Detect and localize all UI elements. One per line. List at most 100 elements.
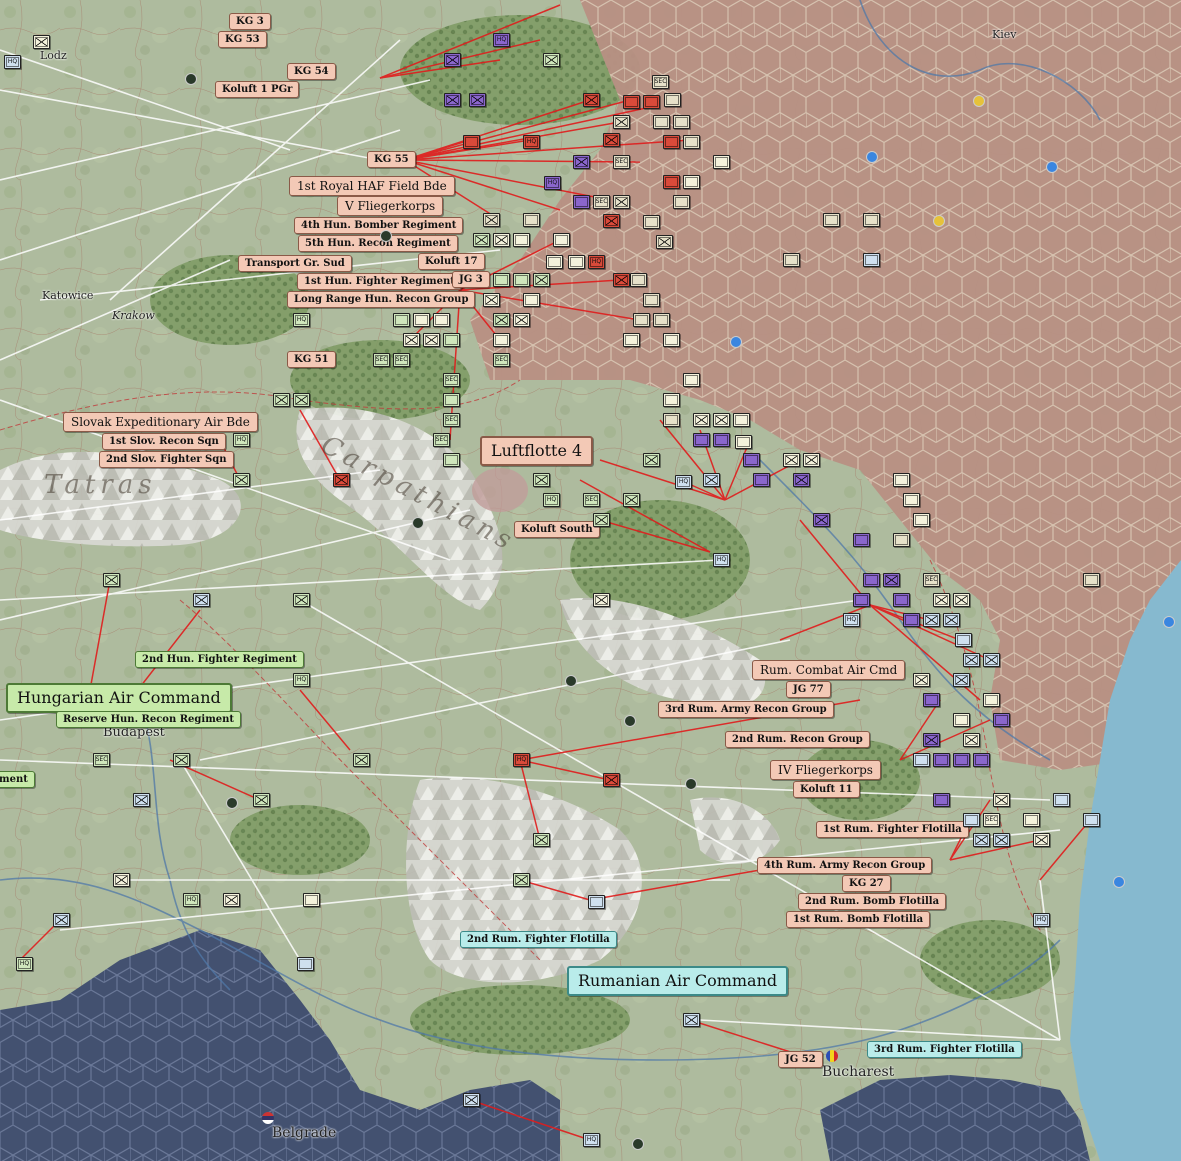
luftflotte-4-label[interactable]: Luftflotte 4	[480, 436, 594, 466]
unit-counter[interactable]	[893, 473, 910, 487]
unit-counter[interactable]	[613, 273, 630, 287]
unit-counter[interactable]	[223, 893, 240, 907]
unit-counter[interactable]	[673, 195, 690, 209]
unit-counter[interactable]: SEC	[613, 155, 630, 169]
unit-counter[interactable]	[663, 393, 680, 407]
unit-counter[interactable]	[493, 333, 510, 347]
unit-counter[interactable]	[513, 233, 530, 247]
unit-counter[interactable]	[963, 813, 980, 827]
rumanian-air-command-label[interactable]: Rumanian Air Command	[567, 966, 789, 996]
hungarian-air-command-label[interactable]: Hungarian Air Command	[6, 683, 232, 713]
unit-label-v-fliegerkorps[interactable]: V Fliegerkorps	[337, 196, 444, 216]
unit-counter[interactable]	[993, 833, 1010, 847]
unit-counter[interactable]	[253, 793, 270, 807]
unit-label-1st-slov-recon[interactable]: 1st Slov. Recon Sqn	[102, 433, 226, 450]
unit-counter[interactable]	[623, 333, 640, 347]
unit-counter[interactable]	[193, 593, 210, 607]
unit-label-1st-rum-bomb[interactable]: 1st Rum. Bomb Flotilla	[786, 911, 931, 928]
unit-counter[interactable]	[293, 393, 310, 407]
unit-counter[interactable]	[393, 313, 410, 327]
unit-counter[interactable]: SEC	[652, 75, 669, 89]
unit-label-3rd-rum-fighter[interactable]: 3rd Rum. Fighter Flotilla	[867, 1041, 1022, 1058]
unit-counter[interactable]	[173, 753, 190, 767]
unit-counter[interactable]	[443, 453, 460, 467]
unit-counter[interactable]	[713, 155, 730, 169]
unit-counter[interactable]: SEC	[593, 195, 610, 209]
unit-counter[interactable]	[1083, 813, 1100, 827]
unit-counter[interactable]: SEC	[493, 353, 510, 367]
unit-counter[interactable]	[603, 773, 620, 787]
unit-counter[interactable]	[973, 753, 990, 767]
unit-counter[interactable]	[443, 333, 460, 347]
unit-counter[interactable]	[633, 313, 650, 327]
unit-counter[interactable]	[603, 214, 620, 228]
unit-label-kg27[interactable]: KG 27	[842, 875, 891, 892]
unit-counter[interactable]	[523, 213, 540, 227]
unit-counter[interactable]	[273, 393, 290, 407]
unit-counter[interactable]	[463, 135, 480, 149]
unit-counter[interactable]	[463, 1093, 480, 1107]
unit-label-reserve-hun-recon[interactable]: Reserve Hun. Recon Regiment	[56, 711, 242, 728]
unit-counter[interactable]	[963, 733, 980, 747]
unit-counter[interactable]	[303, 893, 320, 907]
unit-counter[interactable]: SEC	[373, 353, 390, 367]
unit-label-koluft-17[interactable]: Koluft 17	[418, 253, 485, 270]
unit-counter[interactable]	[923, 693, 940, 707]
unit-counter[interactable]	[630, 273, 647, 287]
unit-counter[interactable]	[33, 35, 50, 49]
unit-counter[interactable]	[403, 333, 420, 347]
unit-counter[interactable]	[853, 593, 870, 607]
unit-counter[interactable]	[613, 195, 630, 209]
unit-label-kg53[interactable]: KG 53	[218, 31, 267, 48]
unit-counter[interactable]	[913, 673, 930, 687]
unit-counter[interactable]	[653, 313, 670, 327]
unit-counter[interactable]	[443, 393, 460, 407]
unit-counter[interactable]	[133, 793, 150, 807]
unit-label-jg3[interactable]: JG 3	[452, 271, 490, 288]
unit-counter[interactable]	[983, 653, 1000, 667]
unit-counter[interactable]	[863, 573, 880, 587]
unit-counter[interactable]	[903, 613, 920, 627]
unit-label-transport-gr-sud[interactable]: Transport Gr. Sud	[238, 255, 352, 272]
unit-counter[interactable]	[533, 833, 550, 847]
unit-counter[interactable]: HQ	[523, 135, 540, 149]
unit-counter[interactable]	[743, 453, 760, 467]
unit-counter[interactable]	[553, 233, 570, 247]
unit-label-rum-combat-air-cmd[interactable]: Rum. Combat Air Cmd	[752, 660, 906, 680]
unit-counter[interactable]	[233, 473, 250, 487]
unit-counter[interactable]: HQ	[233, 433, 250, 447]
unit-counter[interactable]	[444, 93, 461, 107]
unit-counter[interactable]: HQ	[713, 553, 730, 567]
airfield-icon[interactable]	[1046, 161, 1058, 173]
unit-counter[interactable]: HQ	[544, 176, 561, 190]
unit-counter[interactable]	[913, 753, 930, 767]
unit-counter[interactable]	[783, 253, 800, 267]
unit-counter[interactable]: HQ	[843, 613, 860, 627]
unit-counter[interactable]	[953, 673, 970, 687]
unit-counter[interactable]	[683, 135, 700, 149]
unit-counter[interactable]	[297, 957, 314, 971]
unit-counter[interactable]	[588, 895, 605, 909]
unit-counter[interactable]	[703, 473, 720, 487]
unit-label-2nd-rum-bomb[interactable]: 2nd Rum. Bomb Flotilla	[798, 893, 947, 910]
unit-counter[interactable]	[963, 653, 980, 667]
unit-label-3rd-rum-army-recon[interactable]: 3rd Rum. Army Recon Group	[658, 701, 834, 718]
unit-counter[interactable]	[603, 133, 620, 147]
unit-counter[interactable]	[573, 195, 590, 209]
unit-counter[interactable]	[953, 593, 970, 607]
unit-label-2nd-hun-fighter[interactable]: 2nd Hun. Fighter Regiment	[135, 651, 304, 668]
unit-counter[interactable]	[493, 313, 510, 327]
unit-label-4th-rum-army-recon[interactable]: 4th Rum. Army Recon Group	[757, 857, 933, 874]
unit-label-2nd-rum-fighter[interactable]: 2nd Rum. Fighter Flotilla	[460, 931, 617, 948]
unit-counter[interactable]	[823, 213, 840, 227]
unit-counter[interactable]: HQ	[293, 673, 310, 687]
unit-counter[interactable]: HQ	[4, 55, 21, 69]
airfield-icon[interactable]	[185, 73, 197, 85]
unit-counter[interactable]	[653, 115, 670, 129]
unit-counter[interactable]	[523, 293, 540, 307]
unit-counter[interactable]	[783, 453, 800, 467]
unit-label-kg55[interactable]: KG 55	[367, 151, 416, 168]
unit-counter[interactable]	[333, 473, 350, 487]
unit-counter[interactable]	[923, 613, 940, 627]
unit-counter[interactable]	[903, 493, 920, 507]
